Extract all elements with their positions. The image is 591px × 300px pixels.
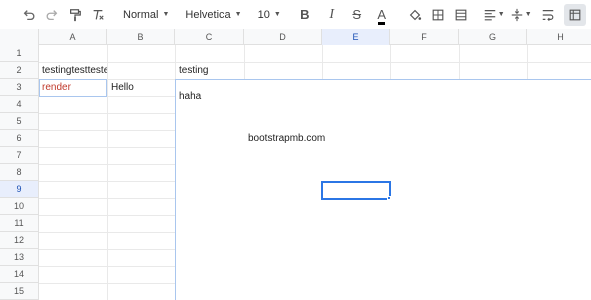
column-header-b[interactable]: B bbox=[107, 29, 175, 45]
text-wrap-icon[interactable] bbox=[537, 4, 559, 26]
borders-icon[interactable] bbox=[427, 4, 449, 26]
font-select-value: Helvetica bbox=[185, 8, 231, 21]
row-header-12[interactable]: 12 bbox=[0, 232, 39, 249]
column-header-g[interactable]: G bbox=[459, 29, 527, 45]
freeze-icon[interactable] bbox=[563, 3, 586, 26]
cell-c4[interactable]: haha bbox=[179, 88, 279, 105]
italic-button[interactable]: I bbox=[321, 4, 343, 26]
column-header-e[interactable]: E bbox=[322, 29, 390, 45]
select-all-corner[interactable] bbox=[0, 29, 39, 45]
redo-icon[interactable] bbox=[41, 4, 63, 26]
grid-line bbox=[39, 62, 591, 63]
style-select-value: Normal bbox=[123, 8, 159, 21]
row-header-4[interactable]: 4 bbox=[0, 96, 39, 113]
cell-a2[interactable]: testingtesttestetstetst bbox=[42, 62, 107, 79]
cell-c2[interactable]: testing bbox=[179, 62, 243, 79]
row-header-6[interactable]: 6 bbox=[0, 130, 39, 147]
column-header-h[interactable]: H bbox=[527, 29, 591, 45]
active-cell-e9[interactable] bbox=[321, 181, 391, 200]
chevron-down-icon: ▼ bbox=[497, 11, 505, 18]
row-header-14[interactable]: 14 bbox=[0, 266, 39, 283]
row-header-8[interactable]: 8 bbox=[0, 164, 39, 181]
row-header-7[interactable]: 7 bbox=[0, 147, 39, 164]
fill-handle[interactable] bbox=[387, 196, 391, 200]
row-header-3[interactable]: 3 bbox=[0, 79, 39, 96]
clear-format-icon[interactable] bbox=[87, 4, 109, 26]
merge-cells-icon[interactable] bbox=[450, 4, 472, 26]
vertical-align-icon[interactable]: ▼ bbox=[510, 4, 532, 26]
style-select[interactable]: Normal ▼ bbox=[120, 4, 172, 26]
row-header-13[interactable]: 13 bbox=[0, 249, 39, 266]
cell-b3[interactable]: Hello bbox=[111, 79, 173, 96]
row-header-11[interactable]: 11 bbox=[0, 215, 39, 232]
chevron-down-icon: ▼ bbox=[162, 11, 170, 18]
cell-d6[interactable]: bootstrapmb.com bbox=[248, 130, 368, 147]
row-header-9[interactable]: 9 bbox=[0, 181, 39, 198]
font-select[interactable]: Helvetica ▼ bbox=[182, 4, 244, 26]
column-header-c[interactable]: C bbox=[175, 29, 244, 45]
column-header-f[interactable]: F bbox=[390, 29, 459, 45]
row-header-1[interactable]: 1 bbox=[0, 45, 39, 62]
row-header-15[interactable]: 15 bbox=[0, 283, 39, 300]
font-size-select[interactable]: 10 ▼ bbox=[255, 4, 284, 26]
spreadsheet-grid[interactable]: A B C D E F G H 1 2 3 4 5 6 7 8 9 10 11 … bbox=[0, 29, 591, 300]
strikethrough-button[interactable]: S bbox=[346, 4, 368, 26]
align-left-icon[interactable]: ▼ bbox=[483, 4, 505, 26]
chevron-down-icon: ▼ bbox=[524, 11, 532, 18]
grid-line bbox=[107, 45, 108, 300]
paint-format-icon[interactable] bbox=[64, 4, 86, 26]
column-header-d[interactable]: D bbox=[244, 29, 322, 45]
text-color-button[interactable]: A bbox=[371, 4, 393, 26]
bold-button[interactable]: B bbox=[294, 4, 316, 26]
chevron-down-icon: ▼ bbox=[273, 11, 281, 18]
cell-a3[interactable]: render bbox=[42, 79, 105, 96]
column-header-a[interactable]: A bbox=[39, 29, 107, 45]
row-header-10[interactable]: 10 bbox=[0, 198, 39, 215]
chevron-down-icon: ▼ bbox=[234, 11, 242, 18]
toolbar: Normal ▼ Helvetica ▼ 10 ▼ B I S A ▼ ▼ Σ bbox=[0, 0, 591, 29]
row-header-5[interactable]: 5 bbox=[0, 113, 39, 130]
text-color-label: A bbox=[377, 6, 387, 25]
undo-icon[interactable] bbox=[18, 4, 40, 26]
row-header-2[interactable]: 2 bbox=[0, 62, 39, 79]
font-size-value: 10 bbox=[257, 8, 270, 21]
fill-color-icon[interactable] bbox=[404, 4, 426, 26]
